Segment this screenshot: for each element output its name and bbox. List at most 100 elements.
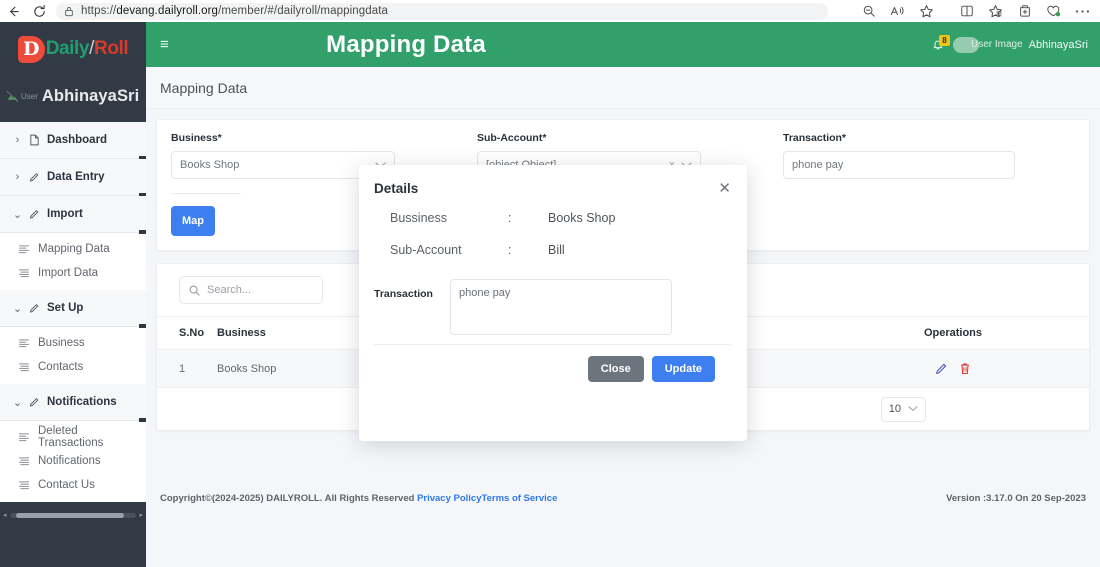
pencil-icon	[29, 208, 40, 220]
footer: Copyright©(2024-2025) DAILYROLL. All Rig…	[146, 489, 1100, 507]
scrollbar-thumb[interactable]	[15, 512, 124, 518]
search-box[interactable]	[179, 276, 323, 304]
modal-colon: :	[508, 211, 512, 225]
header-user-name[interactable]: AbhinayaSri	[1029, 39, 1088, 51]
sidebar-item-label: Contacts	[38, 361, 84, 373]
sidebar-group-import[interactable]: ⌄ Import	[0, 196, 146, 234]
chevron-right-icon: ›	[15, 134, 20, 146]
bell-icon[interactable]: 8	[929, 34, 950, 55]
sidebar-item-mapping-data[interactable]: Mapping Data	[0, 237, 146, 261]
modal-colon: :	[508, 243, 512, 257]
transaction-value: phone pay	[792, 159, 844, 171]
sidebar-user: User AbhinayaSri	[0, 70, 146, 122]
delete-trash-icon[interactable]	[959, 362, 971, 375]
sidebar-nav: › Dashboard › Data Entry ⌄ Import Mappin…	[0, 122, 146, 502]
chevron-down-icon: ⌄	[12, 396, 23, 409]
sidebar-user-name: AbhinayaSri	[41, 86, 140, 105]
sidebar-item-import-data[interactable]: Import Data	[0, 261, 146, 285]
address-bar[interactable]: https://devang.dailyroll.org/member/#/da…	[56, 2, 828, 20]
split-screen-icon[interactable]	[953, 1, 980, 21]
terms-of-service-link[interactable]: Terms of Service	[482, 493, 558, 504]
settings-more-icon[interactable]	[1069, 1, 1096, 21]
browser-actions	[855, 1, 1100, 21]
top-header-bar: ≡ Mapping Data 8 User Image AbhinayaSri	[146, 22, 1100, 67]
sidebar-item-notifications[interactable]: Notifications	[0, 449, 146, 473]
sidebar-group-set-up[interactable]: ⌄ Set Up	[0, 290, 146, 328]
list-icon	[19, 432, 29, 442]
chevron-down-icon: ⌄	[12, 208, 23, 221]
footer-version: Version :3.17.0 On 20 Sep-2023	[946, 492, 1086, 504]
list-icon	[19, 338, 29, 348]
modal-transaction-row: Transaction	[374, 279, 731, 335]
form-divider	[171, 193, 241, 194]
list-icon	[19, 456, 29, 466]
sidebar-item-label: Import Data	[38, 267, 99, 279]
scrollbar-track[interactable]	[9, 512, 137, 518]
hamburger-menu-icon[interactable]: ≡	[160, 37, 169, 52]
sidebar-group-label: Set Up	[47, 302, 84, 314]
sub-account-label: Sub-Account*	[477, 132, 547, 144]
modal-header: Details ✕	[359, 165, 747, 211]
zoom-out-icon[interactable]	[855, 1, 882, 21]
favorite-star-icon[interactable]	[913, 1, 940, 21]
transaction-label: Transaction*	[783, 132, 847, 144]
scroll-right-arrow-icon[interactable]: ▸	[139, 512, 143, 519]
update-button[interactable]: Update	[651, 356, 715, 382]
modal-value: Books Shop	[548, 211, 616, 225]
modal-label: Sub-Account	[390, 243, 462, 257]
scroll-left-arrow-icon[interactable]: ◂	[3, 512, 7, 519]
modal-footer: Close Update	[374, 344, 731, 382]
sidebar-item-contacts[interactable]: Contacts	[0, 355, 146, 379]
sidebar-item-label: Business	[38, 337, 85, 349]
transaction-input[interactable]: phone pay	[783, 151, 1015, 179]
sidebar-group-notifications[interactable]: ⌄ Notifications	[0, 384, 146, 422]
search-icon	[189, 285, 200, 296]
edit-pencil-icon[interactable]	[935, 362, 948, 375]
reload-icon[interactable]	[26, 1, 52, 21]
footer-copyright: Copyright©(2024-2025) DAILYROLL. All Rig…	[160, 492, 558, 504]
logo-mark-icon: D	[17, 35, 45, 63]
avatar-placeholder	[952, 36, 979, 53]
modal-transaction-textarea[interactable]	[450, 279, 672, 335]
cell-operations	[817, 349, 1089, 388]
breadcrumb: Mapping Data	[146, 67, 1100, 109]
sidebar-group-data-entry[interactable]: › Data Entry	[0, 159, 146, 197]
nav-spacer	[0, 497, 146, 502]
url-text: https://devang.dailyroll.org/member/#/da…	[81, 5, 388, 17]
collections-icon[interactable]	[982, 1, 1009, 21]
sidebar-group-label: Import	[47, 208, 83, 220]
header-right-cluster: 8 User Image AbhinayaSri	[929, 34, 1088, 55]
map-button[interactable]: Map	[171, 206, 215, 236]
modal-row-business: Bussiness : Books Shop	[374, 211, 731, 225]
notification-badge: 8	[938, 34, 950, 46]
page-size-select[interactable]: 10	[880, 396, 926, 422]
browser-toolbar: https://devang.dailyroll.org/member/#/da…	[0, 0, 1100, 22]
search-input[interactable]	[207, 284, 313, 296]
pencil-icon	[29, 302, 40, 314]
read-aloud-icon[interactable]	[884, 1, 911, 21]
pencil-icon	[29, 396, 40, 408]
privacy-policy-link[interactable]: Privacy Policy	[417, 493, 481, 504]
browser-essentials-icon[interactable]	[1040, 1, 1067, 21]
add-to-tabs-icon[interactable]	[1011, 1, 1038, 21]
th-sno: S.No	[157, 316, 217, 350]
modal-transaction-label: Transaction	[374, 288, 433, 300]
chevron-down-icon[interactable]	[908, 404, 918, 415]
cell-sno: 1	[157, 349, 217, 388]
modal-row-sub-account: Sub-Account : Bill	[374, 243, 731, 257]
brand-logo[interactable]: D Daily/Roll	[0, 22, 146, 70]
close-button[interactable]: Close	[587, 356, 644, 382]
sidebar-group-label: Notifications	[47, 396, 117, 408]
sidebar-item-business[interactable]: Business	[0, 331, 146, 355]
sidebar-item-contact-us[interactable]: Contact Us	[0, 473, 146, 497]
sidebar-group-dashboard[interactable]: › Dashboard	[0, 122, 146, 160]
sidebar-horizontal-scrollbar[interactable]: ◂ ▸	[0, 508, 146, 522]
sidebar-item-label: Notifications	[38, 455, 101, 467]
sidebar-group-label: Data Entry	[47, 171, 105, 183]
chevron-right-icon: ›	[15, 171, 20, 183]
sidebar-item-label: Contact Us	[38, 479, 95, 491]
avatar[interactable]: User Image	[952, 36, 1023, 53]
close-x-icon[interactable]: ✕	[718, 181, 731, 196]
sidebar-item-deleted-transactions[interactable]: Deleted Transactions	[0, 425, 146, 449]
back-arrow-icon[interactable]	[0, 1, 26, 21]
